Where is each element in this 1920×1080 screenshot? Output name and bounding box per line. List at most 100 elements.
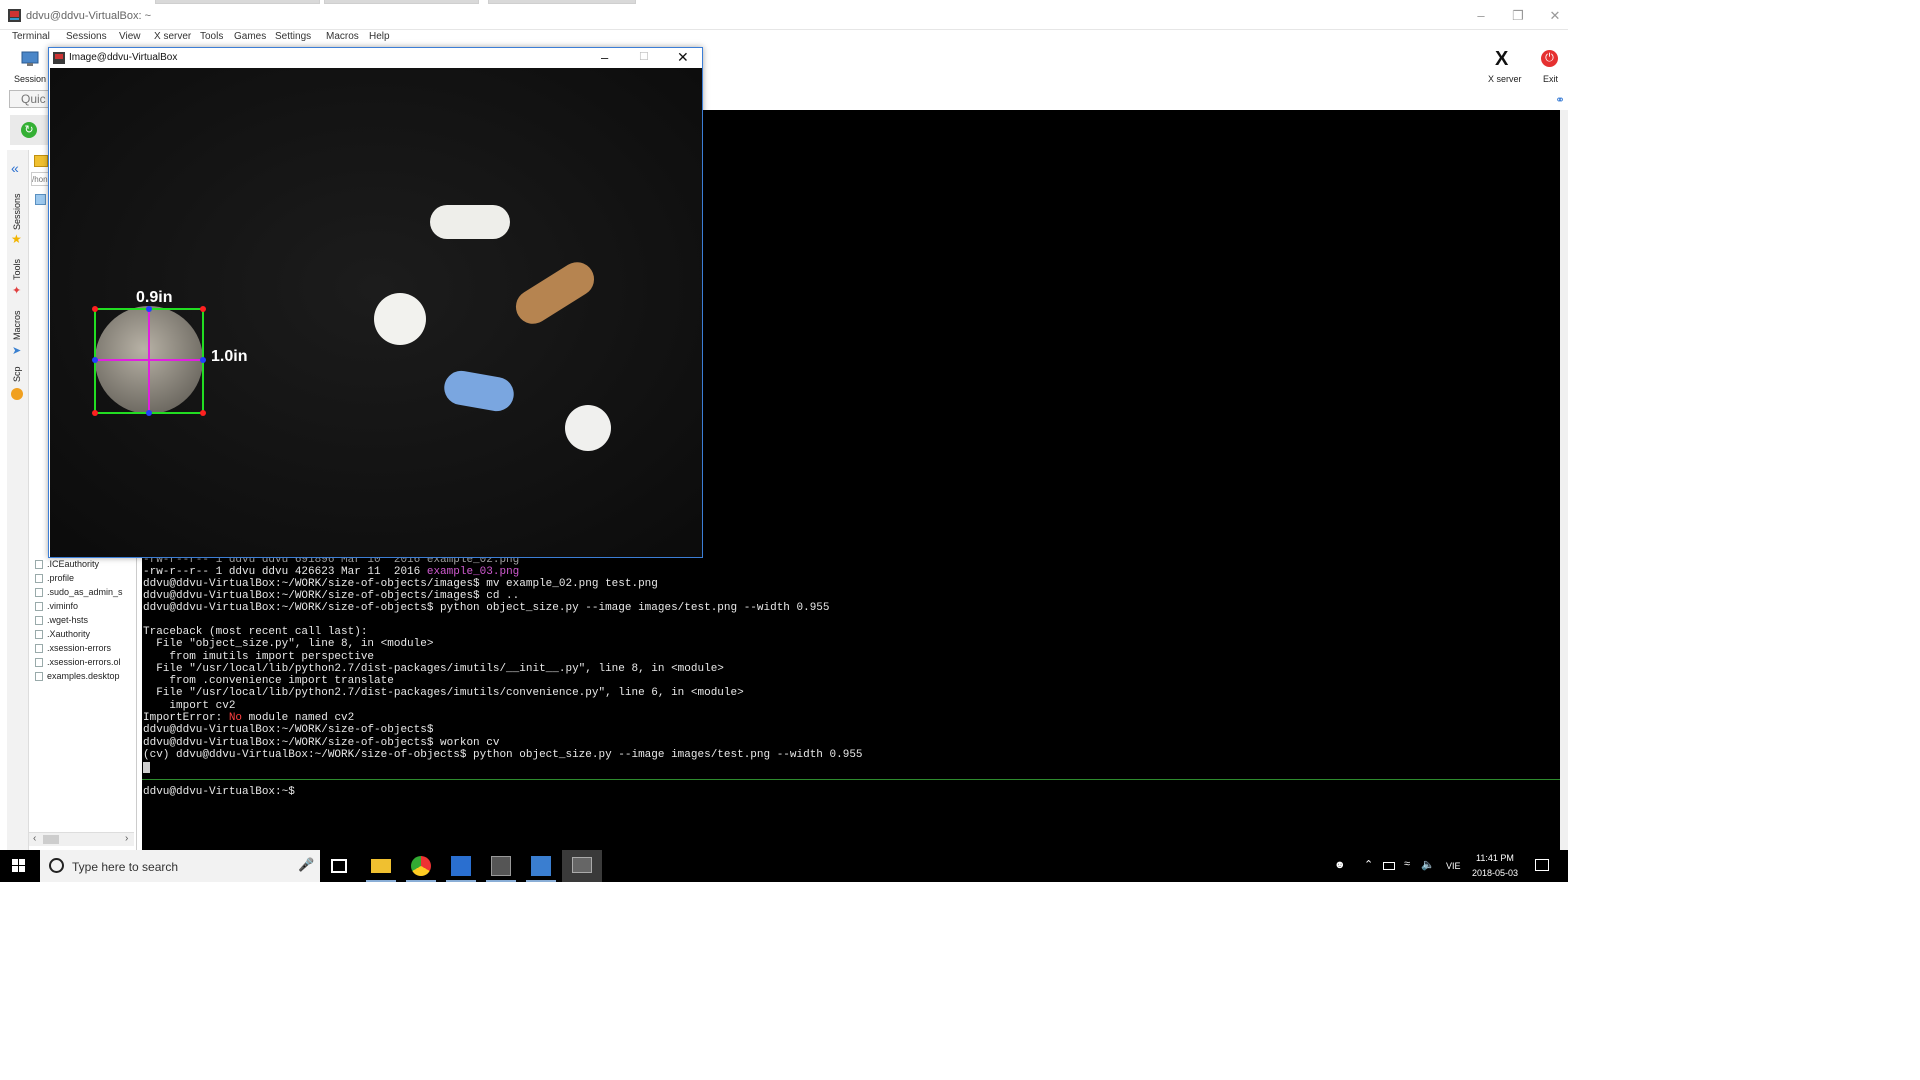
file-item[interactable]: .xsession-errors (35, 643, 111, 653)
close-button[interactable]: ✕ (1540, 7, 1570, 25)
menu-settings[interactable]: Settings (275, 31, 311, 42)
quick-connect-input[interactable] (9, 90, 49, 108)
microphone-icon[interactable]: 🎤 (298, 857, 314, 873)
file-item[interactable]: .profile (35, 573, 74, 583)
image-minimize-button[interactable]: – (601, 50, 608, 65)
window-title: ddvu@ddvu-VirtualBox: ~ (26, 10, 152, 22)
tab-sessions[interactable]: Sessions (12, 193, 22, 230)
menu-macros[interactable]: Macros (326, 31, 359, 42)
corner-point (200, 410, 206, 416)
file-item[interactable]: .sudo_as_admin_s (35, 587, 123, 597)
small-white-pill (565, 405, 611, 451)
image-maximize-button[interactable]: ☐ (639, 50, 649, 63)
tab-stub[interactable] (155, 0, 320, 4)
menu-terminal[interactable]: Terminal (12, 31, 50, 42)
image-window[interactable]: Image@ddvu-VirtualBox – ☐ ✕ 0.9in 1.0in (48, 47, 703, 558)
file-item[interactable]: .viminfo (35, 601, 78, 611)
terminal-line: ddvu@ddvu-VirtualBox:~/WORK/size-of-obje… (143, 590, 520, 602)
file-explorer-icon[interactable] (371, 859, 391, 873)
file-item[interactable]: examples.desktop (35, 671, 120, 681)
mobaxterm-app-icon (8, 9, 21, 22)
file-icon (35, 658, 43, 667)
paperclip-icon[interactable]: ⚭ (1555, 93, 1565, 107)
horizontal-scrollbar[interactable]: ‹ › (29, 832, 134, 846)
scroll-left-icon[interactable]: ‹ (33, 833, 36, 844)
menu-view[interactable]: View (119, 31, 141, 42)
tab-macros[interactable]: Macros (12, 310, 22, 340)
active-app-slot[interactable] (562, 850, 602, 882)
tab-stub[interactable] (488, 0, 636, 4)
session-button[interactable]: Session (10, 48, 50, 88)
terminal-scrollbar[interactable] (1560, 110, 1568, 850)
restore-button[interactable]: ❐ (1503, 7, 1533, 25)
menu-tools[interactable]: Tools (200, 31, 223, 42)
corner-point (200, 306, 206, 312)
file-icon (35, 574, 43, 583)
tray-chevron-icon[interactable]: ⌃ (1364, 858, 1373, 871)
wifi-icon[interactable]: ≈ (1404, 858, 1410, 870)
chrome-icon[interactable] (411, 856, 431, 876)
session-icon (21, 51, 39, 66)
terminal-line: File "/usr/local/lib/python2.7/dist-pack… (143, 687, 744, 699)
clock-time[interactable]: 11:41 PM (1476, 853, 1514, 863)
terminal-line: ddvu@ddvu-VirtualBox:~/WORK/size-of-obje… (143, 602, 830, 614)
search-placeholder: Type here to search (72, 860, 179, 874)
session-label: Session (14, 74, 47, 84)
terminal-line: (cv) ddvu@ddvu-VirtualBox:~/WORK/size-of… (143, 749, 863, 761)
image-window-title: Image@ddvu-VirtualBox (69, 52, 178, 63)
task-view-icon[interactable] (331, 859, 347, 873)
file-item[interactable]: .xsession-errors.ol (35, 657, 121, 667)
terminal-cursor (143, 762, 150, 773)
scroll-right-icon[interactable]: › (125, 833, 128, 844)
menu-bar: Terminal Sessions View X server Tools Ga… (0, 30, 1568, 46)
running-indicator (446, 880, 476, 882)
collapse-icon[interactable]: « (11, 160, 19, 176)
file-icon (35, 616, 43, 625)
tab-scp[interactable]: Scp (12, 366, 22, 382)
terminal-line: -rw-r--r-- 1 ddvu ddvu 426623 Mar 11 201… (143, 566, 520, 578)
people-icon[interactable]: ☻ (1334, 859, 1346, 871)
minimize-button[interactable]: – (1466, 7, 1496, 25)
image-close-button[interactable]: ✕ (677, 49, 689, 66)
folder-icon[interactable] (34, 155, 48, 167)
menu-sessions[interactable]: Sessions (66, 31, 107, 42)
exit-button[interactable]: ⏻ Exit (1538, 48, 1566, 88)
cortana-circle-icon (49, 858, 64, 873)
windows-start-icon[interactable] (12, 859, 26, 873)
tab-tools[interactable]: Tools (12, 259, 22, 280)
terminal-line: Traceback (most recent call last): (143, 626, 368, 638)
action-center-icon[interactable] (1535, 859, 1549, 871)
split-divider[interactable] (142, 779, 1560, 780)
menu-games[interactable]: Games (234, 31, 266, 42)
network-app-icon[interactable] (531, 856, 551, 876)
image-viewer-taskbar-icon (572, 857, 592, 873)
menu-xserver[interactable]: X server (154, 31, 191, 42)
terminal-line: File "object_size.py", line 8, in <modul… (143, 638, 434, 650)
language-indicator[interactable]: VIE (1446, 861, 1461, 871)
running-indicator (406, 880, 436, 882)
virtualbox-icon[interactable] (451, 856, 471, 876)
file-item[interactable]: .ICEauthority (35, 559, 99, 569)
reconnect-area: ↻ (10, 115, 48, 145)
corner-point (92, 410, 98, 416)
window-titlebar: ddvu@ddvu-VirtualBox: ~ – ❐ ✕ (0, 0, 1568, 30)
refresh-icon[interactable] (35, 194, 46, 205)
file-item[interactable]: .Xauthority (35, 629, 90, 639)
xserver-button[interactable]: X X server (1485, 48, 1525, 88)
tab-stub[interactable] (324, 0, 479, 4)
reconnect-icon[interactable]: ↻ (21, 122, 37, 138)
width-measure-label: 0.9in (136, 289, 172, 306)
battery-icon[interactable] (1383, 862, 1395, 870)
terminal-line: ddvu@ddvu-VirtualBox:~/WORK/size-of-obje… (143, 578, 658, 590)
height-measure-label: 1.0in (211, 348, 247, 365)
mobaxterm-taskbar-icon[interactable] (491, 856, 511, 876)
file-item[interactable]: .wget-hsts (35, 615, 88, 625)
menu-help[interactable]: Help (369, 31, 390, 42)
taskbar-search-box[interactable]: Type here to search 🎤 (40, 850, 320, 882)
file-icon (35, 672, 43, 681)
scroll-thumb[interactable] (43, 835, 59, 844)
terminal-line: from imutils import perspective (143, 651, 375, 663)
clock-date[interactable]: 2018-05-03 (1472, 868, 1518, 878)
volume-icon[interactable]: 🔈 (1421, 858, 1435, 871)
file-icon (35, 588, 43, 597)
